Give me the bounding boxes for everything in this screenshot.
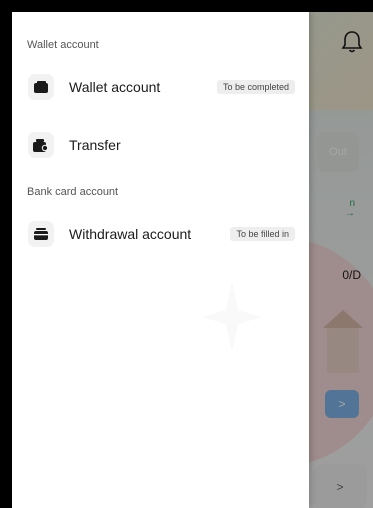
menu-item-withdrawal-account[interactable]: Withdrawal account To be filled in <box>12 214 309 254</box>
side-drawer: Wallet account Wallet account To be comp… <box>12 12 309 508</box>
wallet-transfer-icon <box>28 132 54 158</box>
section-title-wallet: Wallet account <box>27 39 99 51</box>
menu-item-wallet-account[interactable]: Wallet account To be completed <box>12 67 309 107</box>
status-badge: To be completed <box>216 80 295 94</box>
card-stack-icon <box>28 221 54 247</box>
menu-item-transfer[interactable]: Transfer <box>12 125 309 165</box>
screen: Out n → 0/D > > Wallet account Wallet ac… <box>0 0 373 508</box>
menu-item-label: Wallet account <box>69 79 161 95</box>
menu-item-label: Transfer <box>69 137 121 153</box>
star-watermark <box>202 282 262 352</box>
wallet-icon <box>28 74 54 100</box>
menu-item-label: Withdrawal account <box>69 226 192 242</box>
section-title-bank-card: Bank card account <box>27 186 119 198</box>
status-badge: To be filled in <box>230 227 295 241</box>
